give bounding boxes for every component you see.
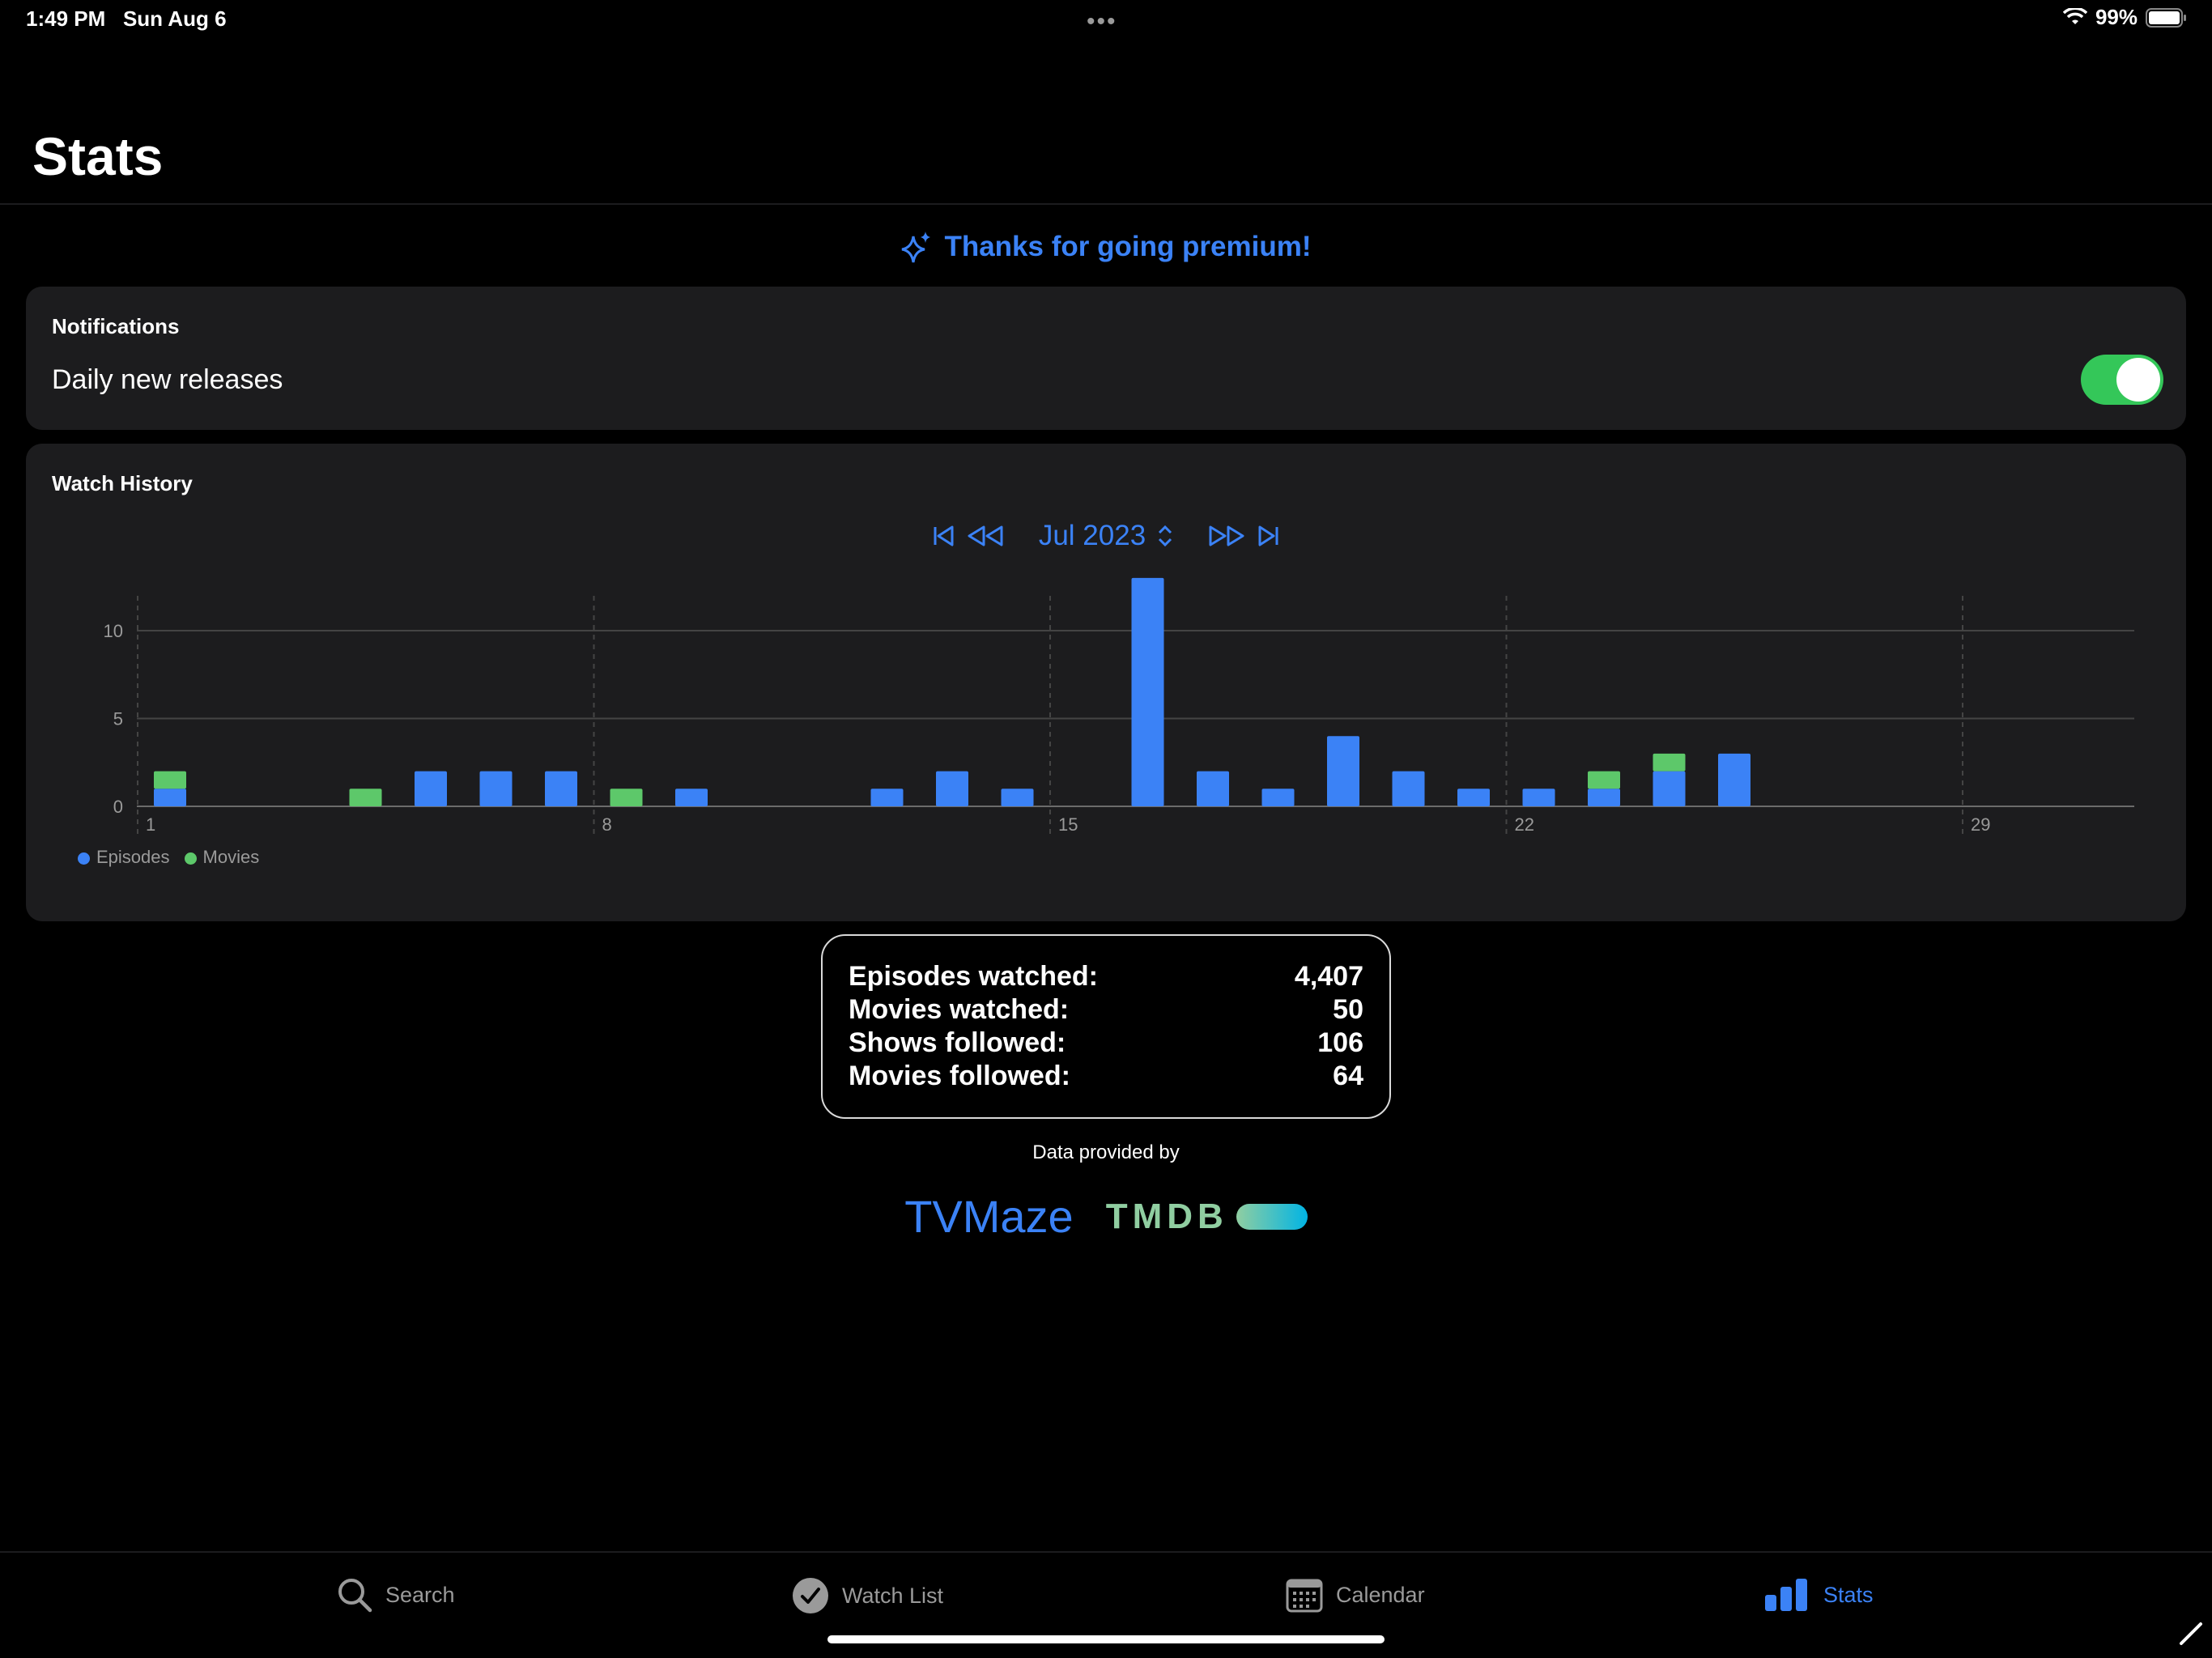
- legend-movies-label: Movies: [202, 847, 260, 867]
- tab-watch-list[interactable]: Watch List: [792, 1577, 943, 1614]
- totals-value: 4,407: [1294, 961, 1363, 992]
- tab-watch-list-label: Watch List: [842, 1583, 944, 1608]
- watch-history-chart: 0 5 10 1 8 15 22 29: [104, 577, 2134, 835]
- bar-chart-icon: [1765, 1579, 1807, 1611]
- episodes-bar: [415, 771, 447, 806]
- x-tick-label: 22: [1515, 814, 1534, 835]
- tab-search-label: Search: [385, 1582, 455, 1607]
- episodes-bar: [1522, 789, 1555, 806]
- battery-percent: 99%: [2095, 5, 2138, 29]
- legend-movies-swatch: [184, 852, 197, 865]
- status-bar: 1:49 PM Sun Aug 6 ••• 99%: [0, 0, 2212, 40]
- episodes-bar: [154, 789, 186, 806]
- tab-calendar-label: Calendar: [1336, 1582, 1425, 1607]
- title-divider: [0, 203, 2212, 205]
- episodes-bar: [479, 771, 513, 806]
- totals-row: Movies followed: 64: [849, 1060, 1363, 1093]
- movies-bar: [349, 789, 382, 806]
- wifi-icon: [2062, 7, 2087, 24]
- legend-movies: Movies: [184, 847, 260, 868]
- totals-value: 50: [1333, 994, 1363, 1025]
- totals-value: 64: [1333, 1061, 1363, 1091]
- y-tick-label: 5: [113, 709, 123, 729]
- checkmark-circle-icon: [793, 1578, 828, 1613]
- sparkles-icon: [902, 232, 931, 263]
- toggle-knob: [2116, 358, 2160, 402]
- totals-row: Shows followed: 106: [849, 1027, 1363, 1060]
- watch-history-card: Watch History Jul 2023 0 5 10 1 8 15 22 …: [26, 444, 2186, 921]
- notifications-card: Notifications Daily new releases: [26, 287, 2186, 430]
- episodes-bar: [1718, 753, 1750, 806]
- tab-stats[interactable]: Stats: [1763, 1577, 1874, 1613]
- episodes-bar: [1001, 789, 1034, 806]
- legend-episodes-label: Episodes: [96, 847, 170, 867]
- tab-search[interactable]: Search: [337, 1577, 455, 1613]
- home-indicator[interactable]: [827, 1635, 1385, 1643]
- y-tick-label: 0: [113, 797, 123, 817]
- x-tick-label: 29: [1971, 814, 1990, 835]
- data-provided-caption: Data provided by: [1032, 1141, 1180, 1163]
- totals-row: Movies watched: 50: [849, 993, 1363, 1027]
- episodes-bar: [1653, 771, 1686, 806]
- pencil-icon[interactable]: [2178, 1619, 2206, 1647]
- episodes-bar: [1588, 789, 1620, 806]
- episodes-bar: [675, 789, 708, 806]
- tvmaze-logo[interactable]: TVMaze: [904, 1190, 1074, 1243]
- search-icon: [338, 1579, 372, 1613]
- movies-bar: [1653, 753, 1686, 772]
- daily-releases-label: Daily new releases: [52, 364, 283, 395]
- episodes-bar: [1327, 736, 1359, 806]
- totals-label: Movies followed:: [849, 1061, 1070, 1091]
- episodes-bar: [1131, 577, 1164, 806]
- legend-episodes-swatch: [78, 852, 90, 865]
- totals-label: Movies watched:: [849, 994, 1070, 1025]
- status-right: 99%: [2062, 5, 2188, 30]
- daily-releases-toggle[interactable]: [2081, 355, 2163, 405]
- status-time: 1:49 PM Sun Aug 6: [26, 6, 227, 32]
- totals-row: Episodes watched: 4,407: [849, 960, 1363, 993]
- episodes-bar: [1457, 789, 1490, 806]
- page-title: Stats: [32, 126, 164, 186]
- movies-bar: [610, 789, 643, 806]
- tab-stats-label: Stats: [1823, 1582, 1874, 1607]
- calendar-icon: [1286, 1579, 1323, 1613]
- totals-value: 106: [1317, 1027, 1363, 1058]
- x-tick-label: 15: [1058, 814, 1078, 835]
- multitasking-dots-icon[interactable]: •••: [1087, 8, 1117, 36]
- episodes-bar: [1261, 789, 1295, 806]
- totals-label: Episodes watched:: [849, 961, 1098, 992]
- movies-bar: [154, 771, 186, 789]
- totals-label: Shows followed:: [849, 1027, 1066, 1058]
- status-time-text: 1:49 PM: [26, 6, 106, 31]
- y-tick-label: 10: [104, 621, 123, 641]
- tmdb-logo[interactable]: TMDB: [1106, 1197, 1308, 1237]
- status-date-text: Sun Aug 6: [122, 6, 227, 31]
- tmdb-logo-text: TMDB: [1105, 1196, 1228, 1236]
- premium-label: Thanks for going premium!: [944, 231, 1312, 262]
- tmdb-logo-pill: [1236, 1203, 1308, 1230]
- totals-box: Episodes watched: 4,407 Movies watched: …: [821, 934, 1391, 1119]
- legend-episodes: Episodes: [78, 847, 170, 868]
- premium-banner[interactable]: Thanks for going premium!: [0, 230, 2212, 264]
- movies-bar: [1588, 771, 1620, 789]
- provider-logos: TVMaze TMDB: [0, 1190, 2212, 1243]
- x-tick-label: 1: [146, 814, 155, 835]
- episodes-bar: [1197, 771, 1229, 806]
- episodes-bar: [1392, 771, 1425, 806]
- notifications-header: Notifications: [52, 314, 180, 338]
- tab-calendar[interactable]: Calendar: [1286, 1577, 1425, 1613]
- x-tick-label: 8: [602, 814, 612, 835]
- episodes-bar: [936, 771, 968, 806]
- episodes-bar: [545, 771, 577, 806]
- episodes-bar: [870, 789, 904, 806]
- battery-icon: [2146, 7, 2186, 28]
- chart-legend: Episodes Movies: [78, 847, 259, 868]
